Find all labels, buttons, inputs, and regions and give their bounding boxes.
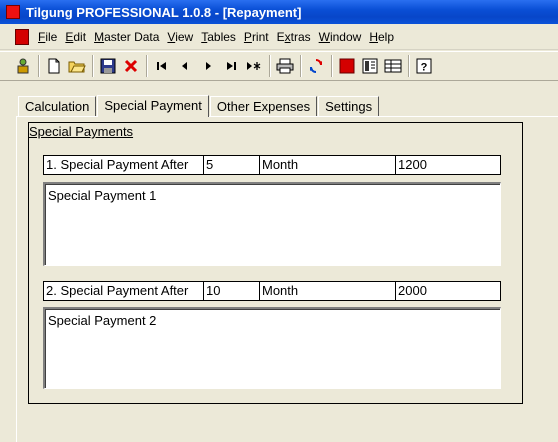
- tab-strip: Calculation Special Payment Other Expens…: [18, 94, 380, 117]
- menu-bar: File Edit Master Data View Tables Print …: [0, 24, 558, 50]
- calculator-icon[interactable]: [359, 55, 381, 77]
- special-payment-1-amount-field[interactable]: 1200: [396, 156, 500, 174]
- menu-print[interactable]: Print: [240, 30, 273, 44]
- stop-icon[interactable]: [336, 55, 358, 77]
- special-payment-1-memo[interactable]: Special Payment 1: [43, 182, 501, 266]
- menu-master-data[interactable]: Master Data: [90, 30, 163, 44]
- group-title: Special Payments: [29, 124, 134, 139]
- special-payment-1-row: 1. Special Payment After 5 Month 1200: [43, 155, 501, 175]
- toolbar-separator: [408, 55, 410, 77]
- toolbar: ?: [0, 51, 558, 81]
- special-payment-2-unit: Month: [260, 282, 396, 300]
- window-title: Tilgung PROFESSIONAL 1.0.8 - [Repayment]: [26, 4, 302, 20]
- special-payment-2-memo[interactable]: Special Payment 2: [43, 307, 501, 389]
- first-record-icon[interactable]: [151, 55, 173, 77]
- toolbar-separator: [300, 55, 302, 77]
- master-data-icon[interactable]: [12, 55, 34, 77]
- menu-extras[interactable]: Extras: [273, 30, 315, 44]
- special-payment-1-label: 1. Special Payment After: [44, 156, 204, 174]
- save-icon[interactable]: [97, 55, 119, 77]
- menu-file[interactable]: File: [34, 30, 61, 44]
- toolbar-separator: [146, 55, 148, 77]
- special-payment-2-months-field[interactable]: 10: [204, 282, 260, 300]
- menu-window[interactable]: Window: [315, 30, 366, 44]
- help-icon[interactable]: ?: [413, 55, 435, 77]
- special-payment-1-months-field[interactable]: 5: [204, 156, 260, 174]
- app-icon: [6, 5, 20, 19]
- svg-text:?: ?: [421, 62, 428, 74]
- open-folder-icon[interactable]: [66, 55, 88, 77]
- new-file-icon[interactable]: [43, 55, 65, 77]
- special-payment-2-row: 2. Special Payment After 10 Month 2000: [43, 281, 501, 301]
- menu-edit[interactable]: Edit: [61, 30, 90, 44]
- special-payment-2-amount-field[interactable]: 2000: [396, 282, 500, 300]
- toolbar-separator: [92, 55, 94, 77]
- delete-icon[interactable]: [120, 55, 142, 77]
- special-payment-2-label: 2. Special Payment After: [44, 282, 204, 300]
- special-payment-1-unit: Month: [260, 156, 396, 174]
- document-icon[interactable]: [15, 28, 29, 45]
- menu-help[interactable]: Help: [365, 30, 398, 44]
- tab-settings[interactable]: Settings: [318, 96, 380, 116]
- menu-tables[interactable]: Tables: [197, 30, 240, 44]
- new-record-icon[interactable]: [243, 55, 265, 77]
- menu-view[interactable]: View: [163, 30, 197, 44]
- print-icon[interactable]: [274, 55, 296, 77]
- tab-other-expenses[interactable]: Other Expenses: [209, 96, 318, 116]
- previous-record-icon[interactable]: [174, 55, 196, 77]
- refresh-icon[interactable]: [305, 55, 327, 77]
- next-record-icon[interactable]: [197, 55, 219, 77]
- toolbar-separator: [331, 55, 333, 77]
- table-icon[interactable]: [382, 55, 404, 77]
- last-record-icon[interactable]: [220, 55, 242, 77]
- tab-calculation[interactable]: Calculation: [18, 96, 97, 116]
- toolbar-separator: [269, 55, 271, 77]
- toolbar-separator: [38, 55, 40, 77]
- title-bar: Tilgung PROFESSIONAL 1.0.8 - [Repayment]: [0, 0, 558, 24]
- tab-special-payment[interactable]: Special Payment: [97, 95, 209, 117]
